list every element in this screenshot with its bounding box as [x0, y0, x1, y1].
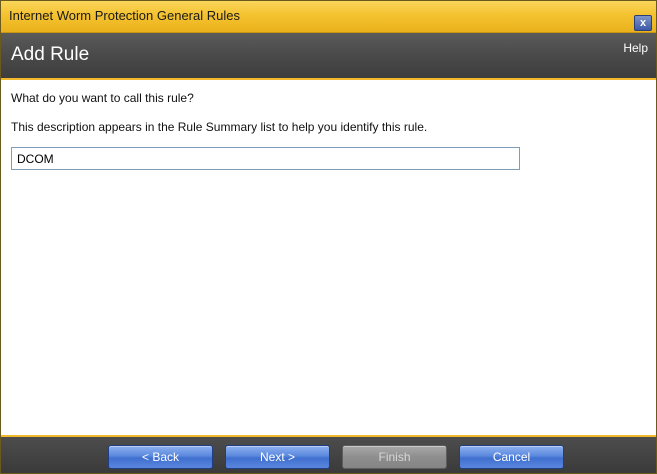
- content-area: What do you want to call this rule? This…: [1, 80, 656, 435]
- footer-bar: < Back Next > Finish Cancel: [1, 435, 656, 473]
- next-button[interactable]: Next >: [225, 445, 330, 469]
- dialog-window: Internet Worm Protection General Rules x…: [0, 0, 657, 474]
- close-button[interactable]: x: [634, 15, 652, 31]
- window-title: Internet Worm Protection General Rules: [9, 8, 240, 23]
- help-link[interactable]: Help: [623, 41, 648, 55]
- header-band: Add Rule Help: [1, 33, 656, 80]
- finish-button[interactable]: Finish: [342, 445, 447, 469]
- back-button[interactable]: < Back: [108, 445, 213, 469]
- cancel-button[interactable]: Cancel: [459, 445, 564, 469]
- close-icon: x: [639, 17, 647, 29]
- page-title: Add Rule: [11, 44, 90, 65]
- rule-name-question: What do you want to call this rule?: [11, 91, 194, 105]
- rule-name-input[interactable]: [11, 147, 520, 170]
- title-bar: Internet Worm Protection General Rules x: [1, 1, 656, 33]
- rule-name-description: This description appears in the Rule Sum…: [11, 120, 428, 134]
